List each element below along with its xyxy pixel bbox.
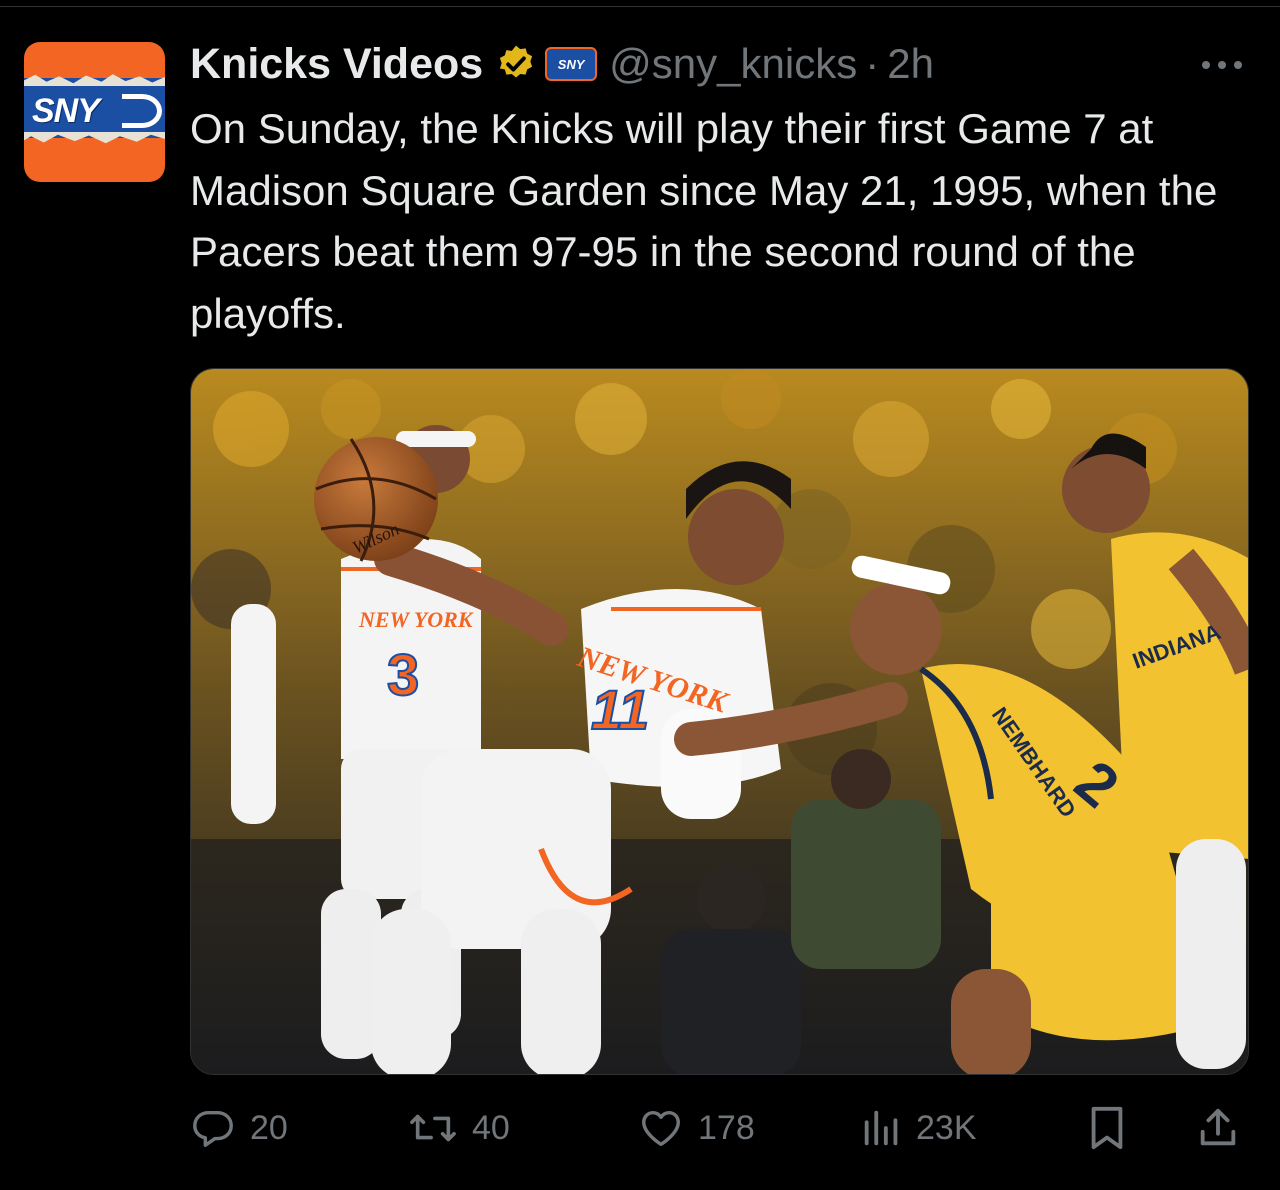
bookmark-button[interactable] <box>1086 1104 1128 1152</box>
like-count: 178 <box>698 1108 755 1147</box>
reply-button[interactable]: 20 <box>190 1104 288 1152</box>
more-options-icon[interactable] <box>1200 52 1244 72</box>
views-button[interactable]: 23K <box>862 1104 977 1152</box>
tweet-header: Knicks Videos SNY @sny_knicks · 2h <box>190 38 934 90</box>
timestamp[interactable]: 2h <box>887 40 934 88</box>
share-button[interactable] <box>1196 1104 1240 1152</box>
bookmark-icon <box>1086 1105 1128 1151</box>
retweet-count: 40 <box>472 1108 510 1147</box>
like-button[interactable]: 178 <box>638 1104 755 1152</box>
retweet-icon <box>408 1105 458 1151</box>
views-count: 23K <box>916 1108 977 1147</box>
tweet[interactable]: SNY Knicks Videos SNY @sny_knicks · 2h O… <box>0 0 1280 1190</box>
verified-badge-icon[interactable] <box>495 43 537 85</box>
tweet-photo[interactable]: NEW YORK 3 NEW YORK 11 Wilson NEMBHARD 2… <box>190 368 1249 1075</box>
basketball-photo: NEW YORK 3 NEW YORK 11 Wilson NEMBHARD 2… <box>191 369 1248 1074</box>
jersey-center-number: 11 <box>591 678 649 741</box>
avatar-logo-text: SNY <box>32 92 100 130</box>
tweet-text: On Sunday, the Knicks will play their fi… <box>190 105 1218 337</box>
avatar-torn-edge <box>24 132 165 144</box>
separator: · <box>865 40 880 87</box>
tweet-actions: 20 40 178 23K <box>190 1104 1250 1152</box>
jersey-left-text: NEW YORK <box>358 607 474 632</box>
handle[interactable]: @sny_knicks <box>609 40 857 88</box>
reply-icon <box>190 1105 236 1151</box>
heart-icon <box>638 1105 684 1151</box>
jersey-left-number: 3 <box>387 643 419 708</box>
avatar-logo-swoosh <box>122 94 162 128</box>
reply-count: 20 <box>250 1108 288 1147</box>
divider <box>0 6 1280 7</box>
affiliate-badge[interactable]: SNY <box>545 47 598 81</box>
avatar[interactable]: SNY <box>24 42 165 182</box>
display-name[interactable]: Knicks Videos <box>190 40 483 89</box>
views-icon <box>862 1105 902 1151</box>
share-icon <box>1196 1105 1240 1151</box>
retweet-button[interactable]: 40 <box>408 1104 510 1152</box>
